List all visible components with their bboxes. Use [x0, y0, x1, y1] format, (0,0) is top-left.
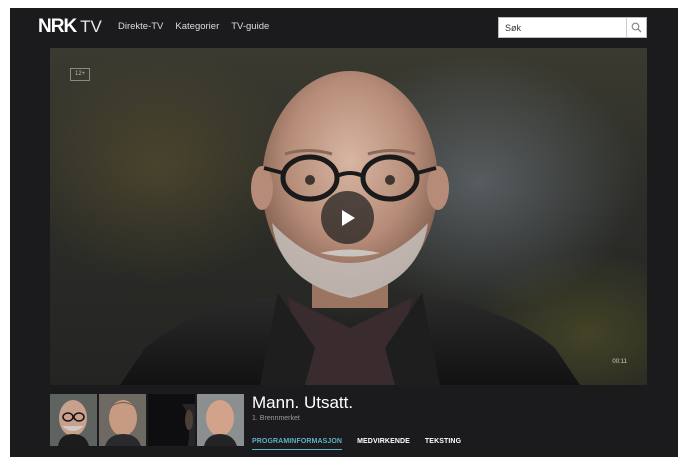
program-tabs: PROGRAMINFORMASJON MEDVIRKENDE TEKSTING: [252, 437, 461, 450]
portrait-image: [50, 394, 97, 446]
thumbnail[interactable]: [197, 394, 244, 446]
program-title: Mann. Utsatt.: [252, 393, 354, 412]
main-nav: Direkte-TV Kategorier TV-guide: [118, 21, 269, 33]
thumbnail[interactable]: [148, 394, 195, 446]
age-rating-badge: 12+: [70, 68, 91, 81]
play-button[interactable]: [321, 191, 374, 244]
portrait-image: [148, 394, 195, 446]
video-player[interactable]: 12+ 00:11: [50, 48, 647, 385]
nav-kategorier[interactable]: Kategorier: [175, 21, 219, 33]
nav-direkte-tv[interactable]: Direkte-TV: [118, 21, 163, 33]
search-box: [498, 17, 647, 38]
top-bar: NRK TV Direkte-TV Kategorier TV-guide: [10, 8, 678, 46]
tab-programinformasjon[interactable]: PROGRAMINFORMASJON: [252, 437, 343, 450]
thumbnail[interactable]: [50, 394, 97, 446]
search-input[interactable]: [499, 18, 627, 37]
logo-nrk: NRK: [38, 16, 77, 37]
nrk-tv-logo[interactable]: NRK TV: [38, 17, 102, 37]
tab-medvirkende[interactable]: MEDVIRKENDE: [357, 437, 410, 450]
logo-tv: TV: [80, 17, 102, 36]
play-icon: [341, 209, 355, 226]
magnifier-icon: [631, 22, 642, 33]
thumbnail[interactable]: [99, 394, 146, 446]
episode-title: 1. Brennmerket: [252, 415, 300, 422]
portrait-image: [197, 394, 244, 446]
cast-thumbnails: [50, 394, 244, 446]
video-duration: 00:11: [612, 359, 627, 365]
search-button[interactable]: [626, 18, 646, 37]
portrait-image: [99, 394, 146, 446]
nrk-tv-page: NRK TV Direkte-TV Kategorier TV-guide Sø…: [10, 8, 678, 457]
tab-teksting[interactable]: TEKSTING: [425, 437, 461, 450]
nav-tv-guide[interactable]: TV-guide: [231, 21, 269, 33]
